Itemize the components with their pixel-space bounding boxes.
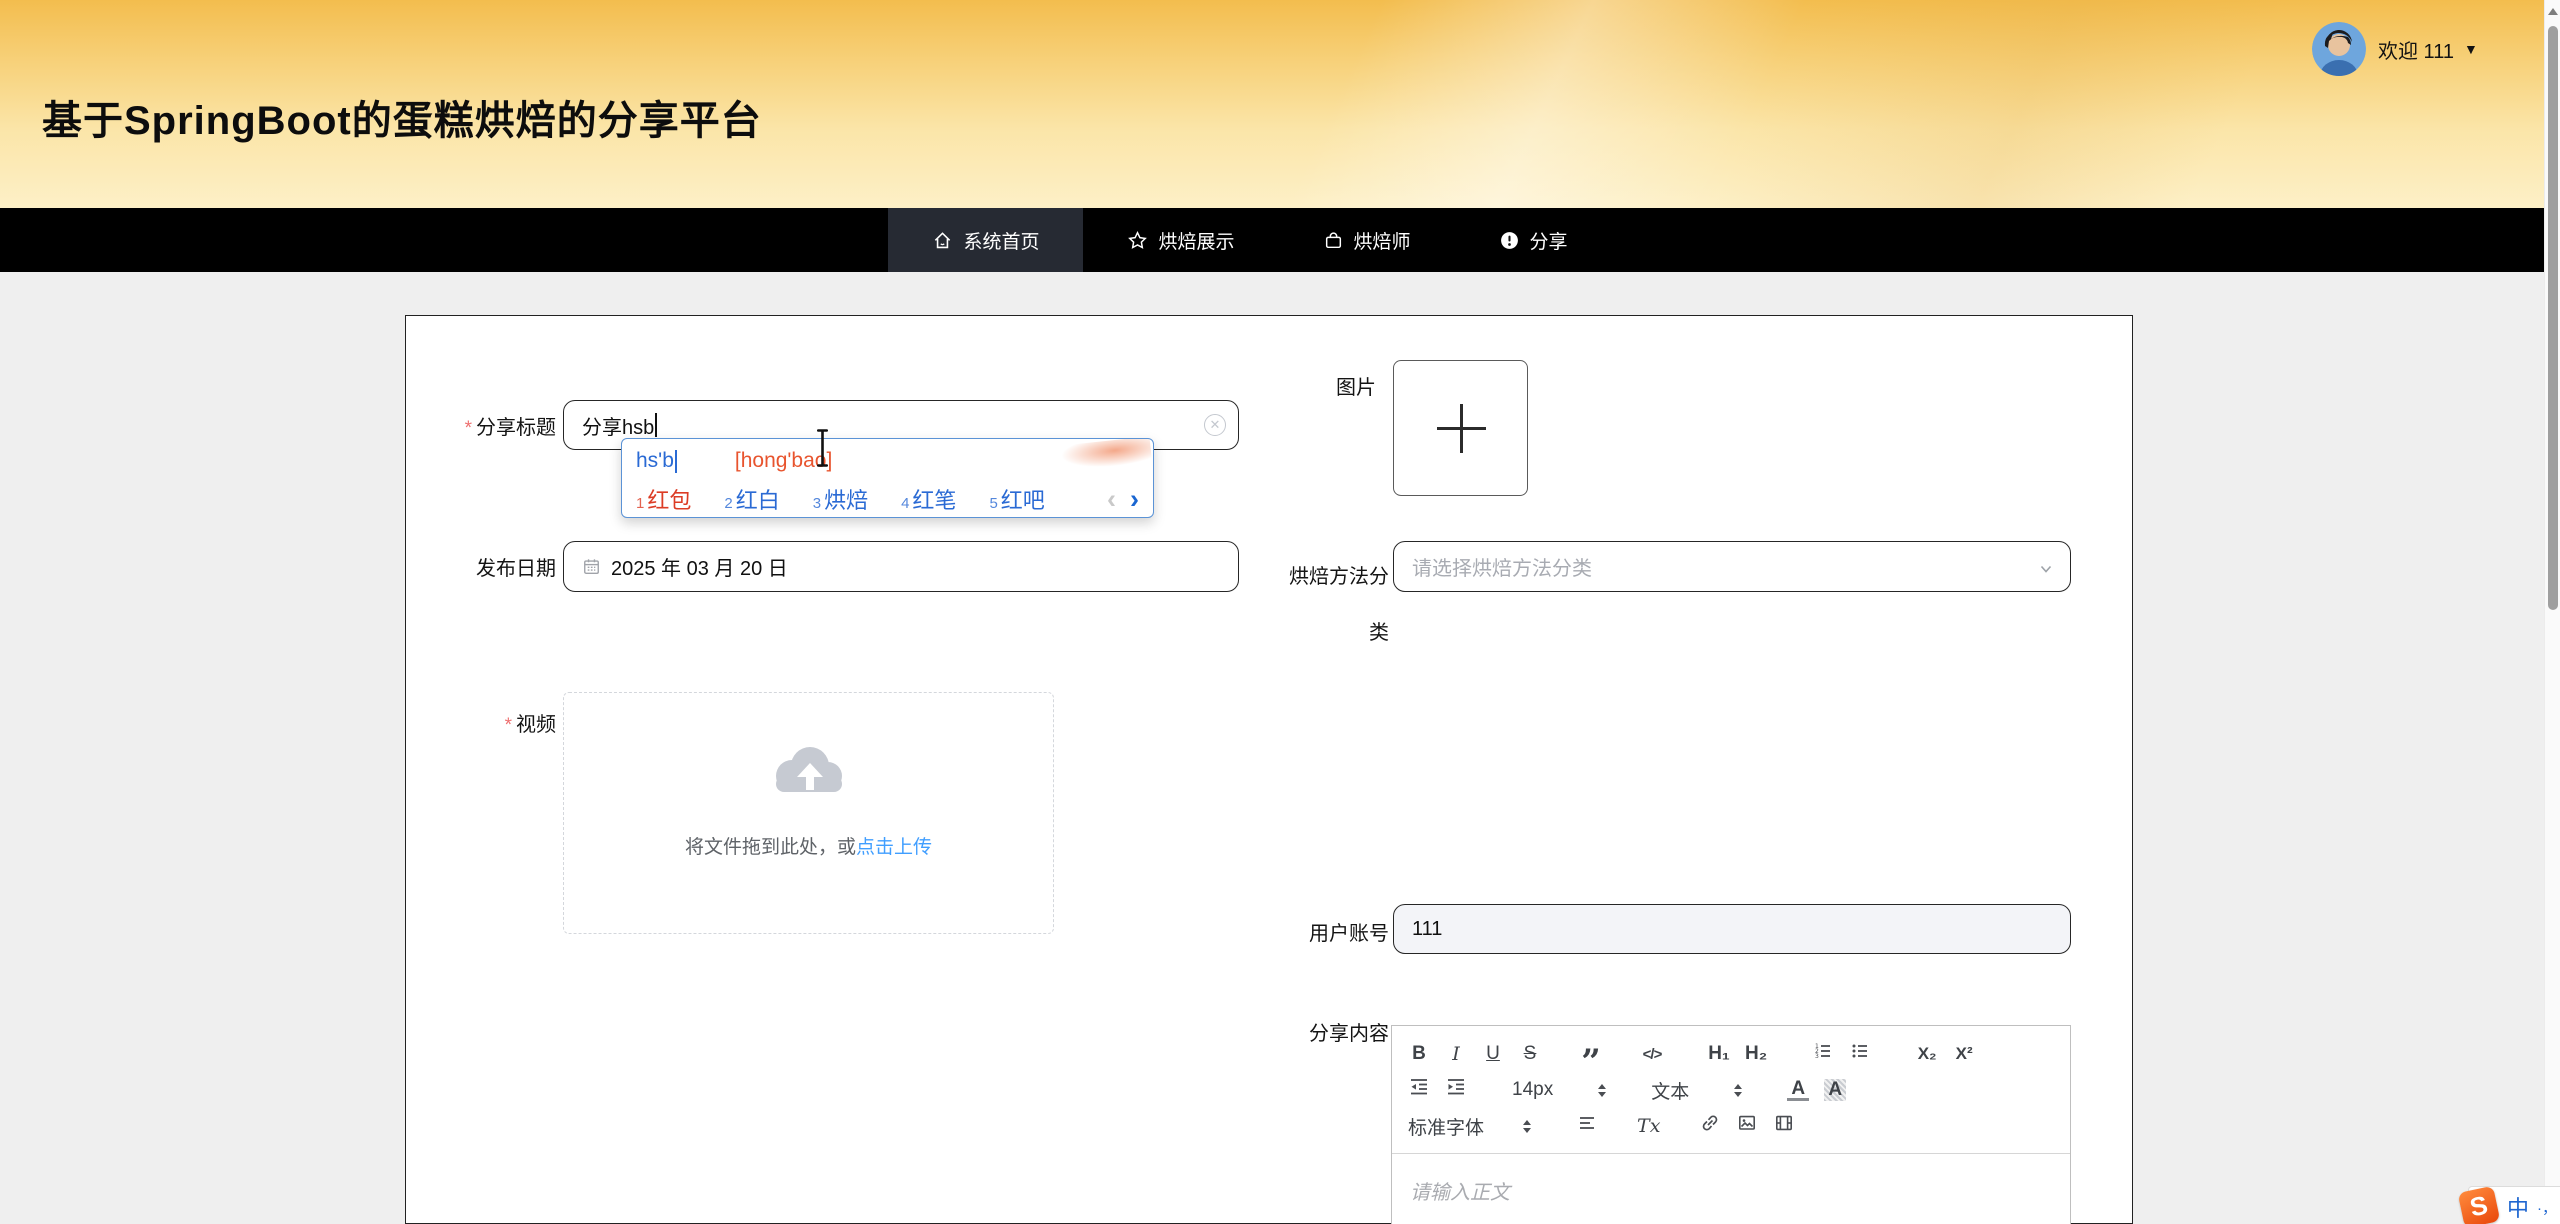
plus-icon: [1460, 404, 1463, 453]
editor-placeholder: 请输入正文: [1410, 1182, 1510, 1204]
ime-candidate-5[interactable]: 5红吧: [989, 483, 1044, 515]
text-caret: [655, 413, 657, 437]
nav-item-label: 烘焙展示: [1158, 227, 1234, 254]
editor-content-area[interactable]: 请输入正文: [1392, 1154, 2070, 1224]
user-account-input[interactable]: 111: [1393, 904, 2071, 954]
ime-punctuation-indicator[interactable]: ·，: [2537, 1197, 2557, 1218]
home-icon: [932, 230, 953, 251]
publish-date-value: 2025 年 03 月 20 日: [611, 552, 788, 581]
share-title-label: *分享标题: [406, 416, 556, 441]
svg-text:3: 3: [1815, 1053, 1819, 1060]
calendar-icon: [582, 557, 601, 576]
avatar[interactable]: [2312, 22, 2366, 76]
blockquote-icon[interactable]: ”: [1580, 1057, 1602, 1067]
nav-item-label: 烘焙师: [1354, 227, 1411, 254]
insert-video-icon[interactable]: [1773, 1113, 1795, 1139]
heading1-icon[interactable]: H₁: [1708, 1043, 1730, 1065]
strikethrough-icon[interactable]: S: [1519, 1043, 1541, 1065]
user-account-label: 用户账号: [1284, 922, 1389, 946]
baking-method-label: 烘焙方法分类: [1284, 549, 1389, 661]
font-color-icon[interactable]: A: [1787, 1080, 1809, 1101]
nav-item-share[interactable]: 分享: [1455, 208, 1612, 272]
superscript-icon[interactable]: X²: [1953, 1044, 1975, 1064]
ime-caret: [675, 450, 677, 473]
ime-candidate-3[interactable]: 3烘焙: [813, 483, 868, 515]
text-type-stepper-icon[interactable]: [1734, 1084, 1742, 1097]
ime-prev-page-icon[interactable]: ‹: [1107, 489, 1116, 509]
main-nav: 系统首页 烘焙展示 烘焙师: [0, 208, 2560, 272]
nav-item-baker[interactable]: 烘焙师: [1279, 208, 1455, 272]
clear-input-icon[interactable]: ✕: [1204, 414, 1226, 436]
underline-icon[interactable]: U: [1482, 1043, 1504, 1065]
star-icon: [1127, 230, 1148, 251]
welcome-text: 欢迎 111: [2378, 35, 2454, 64]
ime-candidate-1[interactable]: 1红包: [636, 483, 691, 515]
share-content-label: 分享内容: [1284, 1022, 1389, 1046]
indent-icon[interactable]: [1445, 1077, 1467, 1103]
baking-method-placeholder: 请选择烘焙方法分类: [1412, 552, 1592, 581]
highlight-color-icon[interactable]: A: [1824, 1079, 1846, 1101]
ime-status-bar[interactable]: S 中 ·，: [2468, 1186, 2560, 1224]
subscript-icon[interactable]: X₂: [1916, 1044, 1938, 1064]
nav-item-home[interactable]: 系统首页: [888, 208, 1083, 272]
video-label: *视频: [406, 713, 556, 738]
text-type-select[interactable]: 文本: [1651, 1077, 1689, 1104]
ime-mode-indicator[interactable]: 中: [2507, 1191, 2529, 1223]
insert-image-icon[interactable]: [1736, 1113, 1758, 1139]
nav-item-label: 系统首页: [963, 227, 1039, 254]
ime-next-page-icon[interactable]: ›: [1130, 489, 1139, 509]
font-family-stepper-icon[interactable]: [1523, 1120, 1531, 1133]
share-form-card: *分享标题 分享hsb ✕ hs'b [hong'bao] 1红包 2红白 3烘…: [405, 315, 2133, 1224]
clear-format-icon[interactable]: Tx: [1637, 1115, 1660, 1137]
bag-icon: [1323, 230, 1344, 251]
ime-candidate-4[interactable]: 4红笔: [901, 483, 956, 515]
page-scrollbar[interactable]: [2544, 0, 2560, 1224]
ime-candidate-2[interactable]: 2红白: [724, 483, 779, 515]
font-size-stepper-icon[interactable]: [1598, 1084, 1606, 1097]
image-upload-button[interactable]: [1393, 360, 1528, 496]
nav-item-display[interactable]: 烘焙展示: [1083, 208, 1278, 272]
required-asterisk: *: [465, 418, 472, 439]
italic-icon[interactable]: I: [1445, 1043, 1467, 1065]
required-asterisk: *: [505, 715, 512, 736]
chevron-down-icon: [2038, 560, 2054, 583]
bold-icon[interactable]: B: [1408, 1043, 1430, 1065]
align-icon[interactable]: [1576, 1113, 1598, 1139]
cloud-upload-icon: [564, 741, 1053, 806]
unordered-list-icon[interactable]: [1849, 1041, 1871, 1067]
publish-date-label: 发布日期: [406, 557, 556, 581]
image-label: 图片: [1336, 376, 1384, 400]
app-header: 基于SpringBoot的蛋糕烘焙的分享平台 欢迎 111 ▼: [0, 0, 2560, 208]
user-account-value: 111: [1412, 918, 1442, 941]
ime-composition: hs'b: [636, 449, 674, 473]
font-size-select[interactable]: 14px: [1512, 1079, 1553, 1101]
video-upload-dropzone[interactable]: 将文件拖到此处，或点击上传: [563, 692, 1054, 934]
nav-item-label: 分享: [1530, 227, 1568, 254]
chevron-down-icon[interactable]: ▼: [2464, 41, 2478, 57]
page-title: 基于SpringBoot的蛋糕烘焙的分享平台: [42, 88, 762, 146]
scrollbar-thumb[interactable]: [2548, 26, 2558, 610]
link-icon[interactable]: [1699, 1113, 1721, 1139]
ime-candidate-popup: hs'b [hong'bao] 1红包 2红白 3烘焙 4红笔 5红吧 ‹ ›: [621, 438, 1154, 518]
heading2-icon[interactable]: H₂: [1745, 1043, 1767, 1065]
scrollbar-up-arrow-icon[interactable]: [2548, 8, 2558, 15]
click-upload-link[interactable]: 点击上传: [856, 837, 932, 858]
ordered-list-icon[interactable]: 123: [1812, 1041, 1834, 1067]
rich-text-editor: B I U S ” </> H₁ H₂ 123: [1391, 1025, 2071, 1224]
baking-method-select[interactable]: 请选择烘焙方法分类: [1393, 541, 2071, 592]
share-title-value: 分享hsb: [582, 411, 654, 440]
publish-date-input[interactable]: 2025 年 03 月 20 日: [563, 541, 1239, 592]
editor-toolbar: B I U S ” </> H₁ H₂ 123: [1392, 1026, 2070, 1154]
ibeam-cursor-icon: [814, 428, 831, 473]
outdent-icon[interactable]: [1408, 1077, 1430, 1103]
font-family-select[interactable]: 标准字体: [1408, 1113, 1484, 1140]
exclamation-circle-icon: [1499, 230, 1520, 251]
user-menu[interactable]: 欢迎 111 ▼: [2312, 22, 2478, 76]
code-icon[interactable]: </>: [1641, 1046, 1663, 1063]
sogou-logo-icon[interactable]: S: [2458, 1186, 2501, 1224]
drop-hint-text: 将文件拖到此处，或: [685, 837, 856, 858]
